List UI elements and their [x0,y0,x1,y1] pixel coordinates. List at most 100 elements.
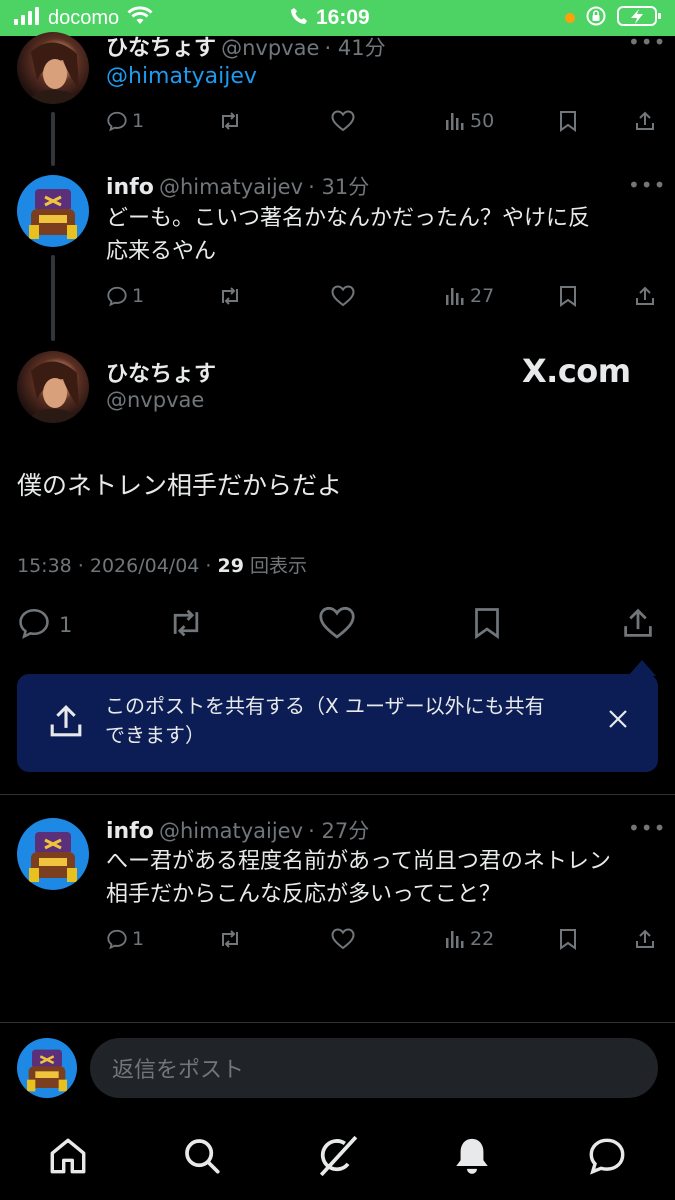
nav-messages[interactable] [583,1134,631,1182]
bookmark-button[interactable] [558,281,578,311]
clock-time: 16:09 [316,6,370,29]
reply-icon [17,606,51,645]
toast-line: このポストを共有する（X ユーザー以外にも共有 [105,694,545,718]
views-count: 50 [470,110,495,132]
heart-icon [331,110,355,132]
views-button[interactable]: 50 [444,106,494,136]
more-options-icon[interactable]: ••• [628,30,666,54]
tweet-header: ひなちょす @nvpvae · 41分 [106,36,386,61]
reply-count: 1 [132,110,145,132]
tweet-text-line: へー君がある程度名前があって尚且つ君のネトレン [106,849,611,874]
x-com-watermark: X.com [522,352,631,390]
divider [0,1022,675,1023]
bookmark-icon [558,285,578,307]
repost-button[interactable] [218,924,242,954]
views-label: 回表示 [243,555,308,577]
reply-count: 1 [132,928,145,950]
bookmark-icon [558,110,578,132]
repost-button[interactable] [218,106,242,136]
thread-connector [51,255,55,341]
bottom-navigation [0,1120,675,1200]
avatar[interactable] [17,32,89,104]
reply-icon [106,285,128,307]
share-toast-message[interactable]: このポストを共有する（X ユーザー以外にも共有 できます） [105,692,595,750]
share-button[interactable] [621,605,655,645]
tweet-text-line: 相手だからこんな反応が多いってこと？ [106,882,501,907]
like-button[interactable] [331,106,355,136]
nav-home[interactable] [44,1134,92,1182]
tweet-actions: 1 27 [106,281,656,311]
bookmark-button[interactable] [558,106,578,136]
share-button[interactable] [634,106,656,136]
views-button[interactable]: 22 [444,924,494,954]
author-handle[interactable]: @nvpvae [106,388,204,412]
views-button[interactable]: 27 [444,281,494,311]
nav-search[interactable] [178,1134,226,1182]
share-icon [621,606,655,645]
battery-charging-icon [617,5,663,31]
main-tweet-actions: 1 [17,605,657,645]
bookmark-icon [558,928,578,950]
analytics-icon [444,285,466,307]
reply-button[interactable]: 1 [106,106,144,136]
tweet-header: info @himatyaijev · 31分 [106,175,370,200]
repost-icon [167,606,205,645]
views-count: 22 [470,928,495,950]
reply-input[interactable]: 返信をポスト [90,1038,658,1098]
bookmark-button[interactable] [472,605,502,645]
tweet-meta: 15:38 · 2026/04/04 · 29 回表示 [17,551,307,578]
thread-connector [51,112,55,166]
author-handle[interactable]: @nvpvae [221,36,319,60]
tweet-header: info @himatyaijev · 27分 [106,819,370,844]
tweet-text: へー君がある程度名前があって尚且つ君のネトレン 相手だからこんな反応が多いってこ… [106,845,666,911]
avatar[interactable] [17,818,89,890]
close-icon[interactable] [607,708,629,734]
my-avatar[interactable] [17,1038,77,1098]
reply-button[interactable]: 1 [106,924,144,954]
like-button[interactable] [318,605,356,645]
author-handle[interactable]: @himatyaijev [159,175,303,199]
mention-link[interactable]: @himatyaijev [106,64,257,89]
share-icon [634,928,656,950]
repost-button[interactable] [218,281,242,311]
toast-line: できます） [105,723,205,747]
analytics-icon [444,110,466,132]
tweet-text: @himatyaijev [106,60,646,93]
nav-grok[interactable] [313,1134,361,1182]
share-toast[interactable]: このポストを共有する（X ユーザー以外にも共有 できます） [17,674,658,772]
like-button[interactable] [331,924,355,954]
tweet-time: 41分 [337,36,386,60]
tweet-actions: 1 50 [106,106,656,136]
avatar[interactable] [17,351,89,423]
views-count: 27 [470,285,495,307]
reply-placeholder: 返信をポスト [112,1058,245,1083]
share-button[interactable] [634,281,656,311]
more-options-icon[interactable]: ••• [628,173,666,197]
like-button[interactable] [331,281,355,311]
bell-icon [452,1136,492,1180]
tweet-text: どーも。こいつ著名かなんかだったん？やけに反 応来るやん [106,202,646,268]
nav-notifications[interactable] [448,1134,496,1182]
wifi-icon [127,6,153,30]
reply-button[interactable]: 1 [17,605,72,645]
share-icon [634,285,656,307]
main-tweet-text: 僕のネトレン相手だからだよ [17,471,343,500]
repost-button[interactable] [167,605,205,645]
views-count: 29 [217,555,244,577]
author-name[interactable]: ひなちょす [106,36,216,61]
reply-count: 1 [132,285,145,307]
reply-icon [106,928,128,950]
author-name[interactable]: ひなちょす [106,356,216,388]
tweet-timestamp: 15:38 · 2026/04/04 · [17,555,218,577]
more-options-icon[interactable]: ••• [628,816,666,840]
avatar[interactable] [17,175,89,247]
author-name[interactable]: info [106,819,154,844]
bookmark-button[interactable] [558,924,578,954]
share-button[interactable] [634,924,656,954]
author-handle[interactable]: @himatyaijev [159,819,303,843]
repost-icon [218,285,242,307]
heart-icon [318,606,356,645]
divider [0,794,675,795]
reply-button[interactable]: 1 [106,281,144,311]
author-name[interactable]: info [106,175,154,200]
